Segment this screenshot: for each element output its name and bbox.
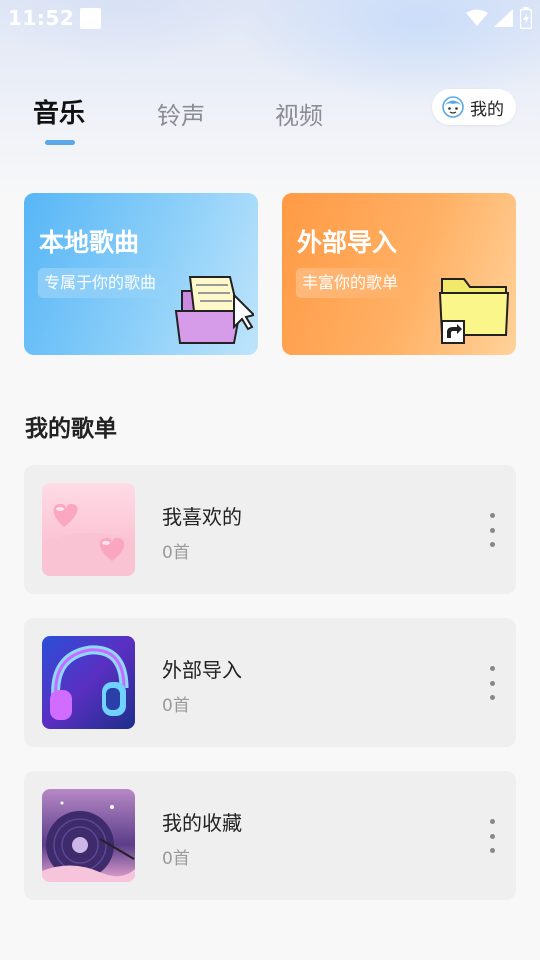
playlist-cover-hearts bbox=[42, 483, 135, 576]
more-options-icon[interactable] bbox=[486, 819, 498, 853]
playlist-count: 0首 bbox=[162, 543, 190, 563]
folder-shortcut-icon bbox=[438, 278, 510, 344]
playlist-count: 0首 bbox=[162, 849, 190, 869]
playlist-section-title: 我的歌单 bbox=[25, 416, 117, 442]
face-icon bbox=[442, 96, 464, 118]
local-songs-title: 本地歌曲 bbox=[39, 228, 140, 257]
playlist-name: 我的收藏 bbox=[162, 811, 242, 835]
local-songs-card[interactable]: 本地歌曲 专属于你的歌曲 bbox=[24, 193, 258, 355]
cellular-icon bbox=[494, 9, 513, 27]
more-options-icon[interactable] bbox=[486, 666, 498, 700]
status-icons bbox=[466, 7, 532, 29]
import-subtitle: 丰富你的歌单 bbox=[296, 268, 413, 298]
me-label: 我的 bbox=[470, 99, 504, 120]
tab-video[interactable]: 视频 bbox=[275, 96, 323, 131]
folder-music-icon bbox=[174, 276, 254, 344]
wifi-icon bbox=[466, 9, 488, 26]
playlist-cover-vinyl bbox=[42, 789, 135, 882]
notification-icon bbox=[80, 8, 101, 29]
local-songs-subtitle: 专属于你的歌曲 bbox=[38, 268, 171, 298]
playlist-name: 外部导入 bbox=[162, 658, 242, 682]
playlist-item-imported[interactable]: 外部导入 0首 bbox=[24, 618, 516, 747]
import-card[interactable]: 外部导入 丰富你的歌单 bbox=[282, 193, 516, 355]
import-title: 外部导入 bbox=[297, 228, 398, 257]
tab-ringtone[interactable]: 铃声 bbox=[157, 96, 205, 131]
playlist-item-favorites[interactable]: 我喜欢的 0首 bbox=[24, 465, 516, 594]
me-button[interactable]: 我的 bbox=[432, 89, 516, 125]
status-bar: 11:52 bbox=[0, 0, 540, 36]
battery-icon bbox=[520, 7, 532, 29]
tab-music[interactable]: 音乐 bbox=[33, 93, 85, 130]
playlist-cover-headphones bbox=[42, 636, 135, 729]
tab-indicator bbox=[45, 140, 75, 145]
playlist-name: 我喜欢的 bbox=[162, 505, 242, 529]
more-options-icon[interactable] bbox=[486, 513, 498, 547]
status-time: 11:52 bbox=[8, 6, 75, 30]
playlist-item-collection[interactable]: 我的收藏 0首 bbox=[24, 771, 516, 900]
playlist-count: 0首 bbox=[162, 696, 190, 716]
